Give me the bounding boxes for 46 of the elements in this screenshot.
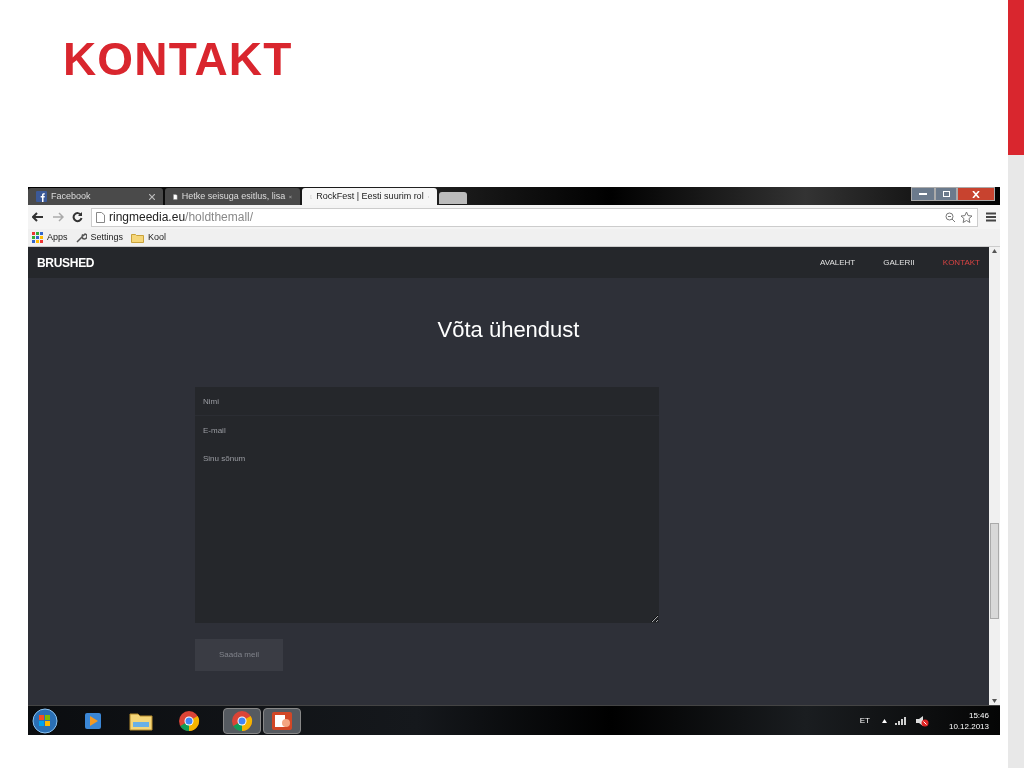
scroll-up-icon[interactable]	[992, 249, 997, 253]
bookmark-link[interactable]: Kool	[131, 230, 167, 245]
nav-link[interactable]: AVALEHT	[819, 256, 856, 269]
slide-title: KONTAKT	[63, 36, 294, 82]
muted-speaker-icon[interactable]	[914, 714, 929, 727]
browser-tab[interactable]: Hetke seisuga esitlus, lisa	[165, 188, 300, 205]
bookmark-link[interactable]: Apps	[32, 230, 68, 245]
clock-date[interactable]: 10.12.2013	[948, 720, 989, 732]
menu-icon[interactable]	[986, 212, 996, 222]
address-bar[interactable]: ringmeedia.eu/holdthemall/	[91, 207, 978, 227]
browser-tab[interactable]: RockFest | Eesti suurim rol	[302, 188, 437, 205]
signal-icon[interactable]	[894, 716, 907, 725]
chrome-icon[interactable]	[178, 709, 200, 732]
folder-icon[interactable]	[129, 710, 153, 731]
name-field[interactable]: Nimi	[195, 387, 659, 416]
slides-app-icon[interactable]	[271, 709, 293, 732]
zoom-out-icon[interactable]	[945, 211, 956, 223]
clock-time[interactable]: 15:46	[968, 709, 989, 721]
facebook-icon	[36, 191, 47, 202]
back-arrow-icon[interactable]	[32, 212, 44, 222]
apps-grid-icon	[32, 232, 43, 243]
start-orb-icon[interactable]	[32, 707, 58, 734]
star-icon[interactable]	[960, 210, 973, 224]
message-field[interactable]: Sinu sõnum	[195, 445, 659, 623]
tab-title: Facebook	[51, 189, 92, 203]
close-button[interactable]	[957, 187, 995, 201]
tab-title: RockFest | Eesti suurim rol	[316, 189, 424, 203]
scroll-down-icon[interactable]	[992, 699, 997, 703]
email-field[interactable]: E-mail	[195, 416, 659, 445]
media-player-icon[interactable]	[84, 711, 102, 730]
site-brand[interactable]: BRUSHED	[37, 253, 95, 272]
bookmark-link[interactable]: Settings	[75, 230, 124, 245]
minimize-button[interactable]	[911, 187, 935, 201]
section-heading: Võta ühendust	[437, 316, 580, 344]
reload-icon[interactable]	[72, 211, 83, 223]
tab-title: Hetke seisuga esitlus, lisa	[181, 189, 286, 203]
maximize-button[interactable]	[935, 187, 957, 201]
nav-link[interactable]: KONTAKT	[942, 256, 980, 269]
nav-link[interactable]: GALERII	[883, 256, 915, 269]
tray-arrow-icon[interactable]	[881, 718, 887, 723]
scroll-thumb[interactable]	[990, 523, 999, 619]
url-text: ringmeedia.eu/holdthemall/	[109, 209, 254, 226]
language-indicator[interactable]: ET	[859, 714, 870, 727]
folder-icon	[131, 232, 145, 243]
browser-tab[interactable]: Facebook	[28, 188, 163, 205]
wrench-icon	[75, 232, 87, 243]
